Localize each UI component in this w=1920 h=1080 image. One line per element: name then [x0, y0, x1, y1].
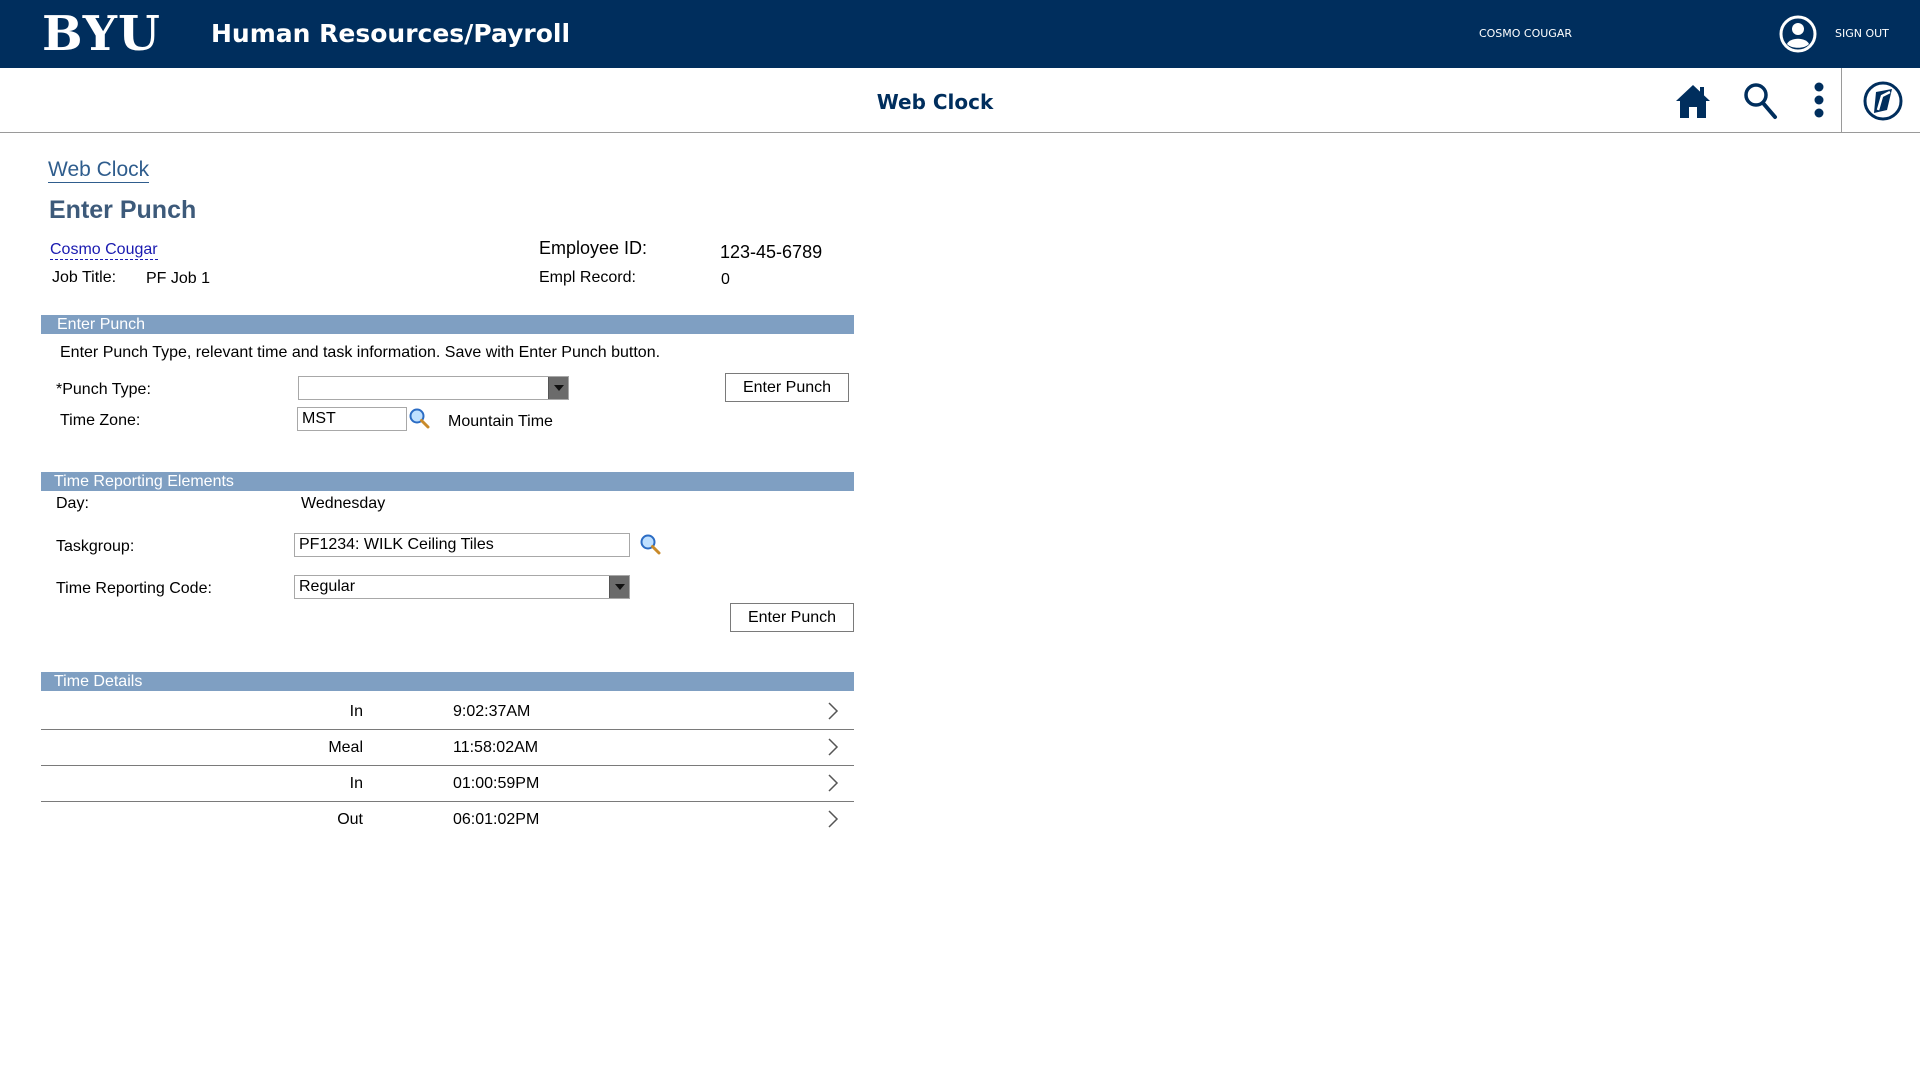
search-icon[interactable]	[1742, 81, 1780, 121]
enter-punch-button-top[interactable]: Enter Punch	[725, 373, 849, 402]
time-detail-row[interactable]: In 01:00:59PM	[41, 766, 854, 802]
empl-record-value: 0	[721, 271, 730, 288]
day-label: Day:	[56, 495, 89, 512]
time-detail-row[interactable]: Out 06:01:02PM	[41, 802, 854, 838]
time-detail-row[interactable]: In 9:02:37AM	[41, 694, 854, 730]
user-name: COSMO COUGAR	[1478, 27, 1572, 40]
page-heading: Web Clock	[876, 90, 994, 114]
empl-record-label: Empl Record:	[539, 269, 636, 286]
chevron-right-icon[interactable]	[826, 809, 840, 829]
punch-time-cell: 01:00:59PM	[453, 775, 540, 792]
enter-punch-section-header: Enter Punch	[41, 315, 854, 334]
punch-type-cell: Out	[337, 811, 363, 828]
chevron-right-icon[interactable]	[826, 701, 840, 721]
employee-id-value: 123-45-6789	[720, 242, 823, 262]
punch-type-cell: Meal	[328, 739, 363, 756]
trc-select[interactable]: Regular	[294, 575, 630, 599]
time-reporting-section-header: Time Reporting Elements	[41, 472, 854, 491]
employee-name-link[interactable]: Cosmo Cougar	[50, 240, 158, 260]
taskgroup-input[interactable]	[294, 533, 630, 557]
chevron-down-icon[interactable]	[548, 377, 568, 399]
enter-punch-button-bottom[interactable]: Enter Punch	[730, 603, 854, 632]
job-title-value: PF Job 1	[146, 270, 211, 287]
chevron-down-icon[interactable]	[609, 576, 629, 598]
top-banner: BYU Human Resources/Payroll COSMO COUGAR…	[0, 0, 1920, 68]
job-title-label: Job Title:	[52, 269, 117, 286]
trc-label: Time Reporting Code:	[56, 580, 212, 597]
breadcrumb-web-clock[interactable]: Web Clock	[48, 158, 150, 183]
user-avatar-icon[interactable]	[1778, 14, 1818, 54]
navbar-compass-icon[interactable]	[1862, 80, 1904, 122]
time-zone-description: Mountain Time	[448, 413, 553, 430]
punch-type-cell: In	[349, 703, 363, 720]
time-zone-lookup-icon[interactable]	[408, 407, 430, 429]
time-zone-input[interactable]	[297, 407, 407, 431]
sign-out-link[interactable]: SIGN OUT	[1835, 27, 1889, 41]
day-value: Wednesday	[301, 495, 386, 512]
app-title: Human Resources/Payroll	[211, 19, 571, 48]
employee-id-label: Employee ID:	[539, 238, 648, 258]
enter-punch-instructions: Enter Punch Type, relevant time and task…	[60, 344, 661, 361]
time-details-section-header: Time Details	[41, 672, 854, 691]
chevron-right-icon[interactable]	[826, 773, 840, 793]
trc-value: Regular	[299, 578, 356, 595]
time-detail-row[interactable]: Meal 11:58:02AM	[41, 730, 854, 766]
punch-time-cell: 9:02:37AM	[453, 703, 531, 720]
more-options-icon[interactable]	[1810, 81, 1828, 121]
page-header-bar: Web Clock	[0, 68, 1920, 133]
punch-type-select[interactable]	[298, 376, 569, 400]
punch-time-cell: 11:58:02AM	[453, 739, 539, 756]
punch-time-cell: 06:01:02PM	[453, 811, 540, 828]
punch-type-cell: In	[349, 775, 363, 792]
nav-divider	[1841, 68, 1842, 133]
home-icon[interactable]	[1673, 81, 1713, 121]
page-title: Enter Punch	[49, 196, 197, 224]
punch-type-label: *Punch Type:	[56, 381, 151, 398]
taskgroup-lookup-icon[interactable]	[639, 533, 661, 555]
byu-logo[interactable]: BYU	[42, 6, 161, 62]
time-zone-label: Time Zone:	[60, 412, 141, 429]
taskgroup-label: Taskgroup:	[56, 538, 135, 555]
chevron-right-icon[interactable]	[826, 737, 840, 757]
